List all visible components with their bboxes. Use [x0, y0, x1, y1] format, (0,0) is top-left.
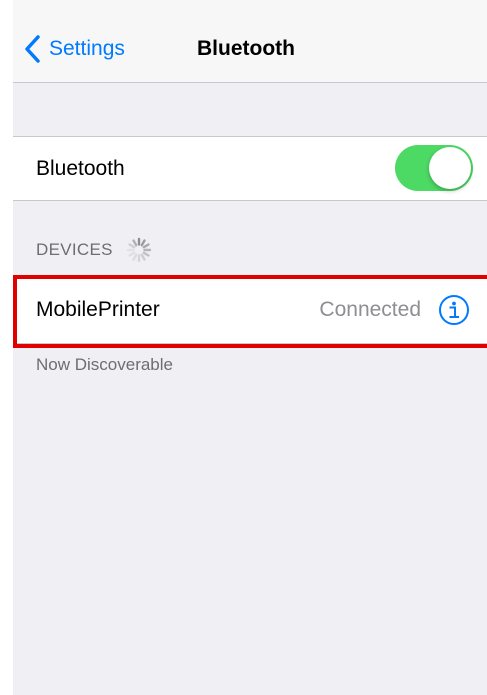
- bluetooth-switch[interactable]: [395, 145, 473, 191]
- discoverable-status: Now Discoverable: [36, 355, 173, 374]
- page-title: Bluetooth: [197, 37, 295, 60]
- bluetooth-toggle-label: Bluetooth: [36, 157, 125, 180]
- device-status: Connected: [319, 298, 421, 321]
- device-row-mobileprinter[interactable]: MobilePrinter Connected: [13, 275, 487, 344]
- devices-header-label: DEVICES: [36, 240, 113, 259]
- bluetooth-settings-screen: Settings Bluetooth Bluetooth DEVICES Mob…: [13, 0, 487, 695]
- back-button-label: Settings: [49, 37, 125, 60]
- spinner-icon: [126, 237, 151, 263]
- devices-section-header: DEVICES: [36, 236, 153, 264]
- bluetooth-toggle-row: Bluetooth: [13, 136, 487, 201]
- device-name: MobilePrinter: [36, 298, 160, 321]
- back-button[interactable]: Settings: [23, 32, 125, 66]
- switch-knob: [429, 147, 471, 189]
- info-icon[interactable]: [438, 294, 470, 326]
- chevron-left-icon: [25, 35, 40, 63]
- navigation-bar: Settings Bluetooth: [13, 0, 487, 83]
